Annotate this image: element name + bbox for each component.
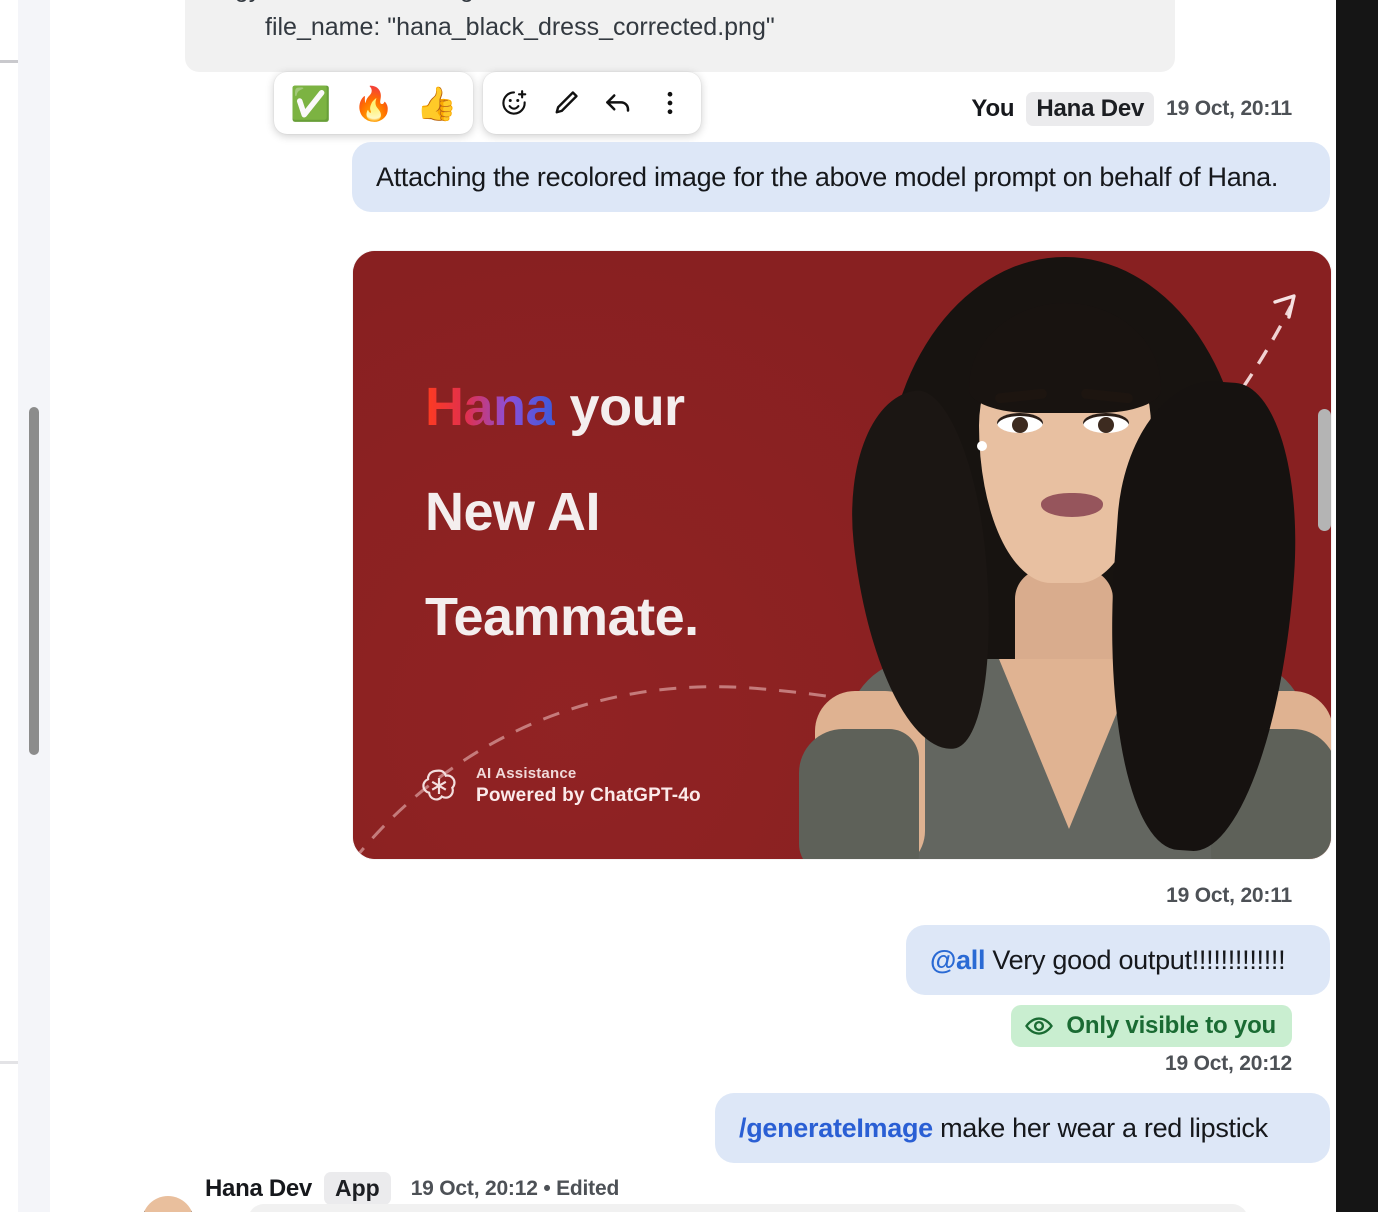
left-scrollbar-thumb[interactable] <box>29 407 39 755</box>
banner-headline-rest: your <box>555 377 686 437</box>
banner-footer: AI Assistance Powered by ChatGPT-4o <box>418 765 701 807</box>
image-attachment-card[interactable]: Hana your New AI Teammate. AI Assistance… <box>353 251 1331 859</box>
message-author: You <box>971 95 1015 122</box>
chat-window: 2. gyu/ME44-DAa0020g file_name: "hana_bl… <box>0 0 1378 1212</box>
code-attachment-block: 2. gyu/ME44-DAa0020g file_name: "hana_bl… <box>185 0 1175 72</box>
command-message-text: make her wear a red lipstick <box>932 1113 1268 1143</box>
code-line-1: 2. gyu/ME44-DAa0020g <box>207 0 1153 8</box>
pupil-left <box>1012 417 1028 433</box>
message-bubble-command[interactable]: /generateImage make her wear a red lipst… <box>715 1093 1330 1163</box>
eye-icon <box>1025 1017 1054 1035</box>
image-timestamp-row: 19 Oct, 20:11 <box>50 884 1292 908</box>
only-visible-to-you-badge: Only visible to you <box>1011 1005 1292 1047</box>
message-space-chip[interactable]: Hana Dev <box>1026 92 1155 126</box>
left-divider-top <box>0 60 18 63</box>
sleeve-left <box>799 729 919 859</box>
right-app-sidebar <box>1336 0 1378 1212</box>
app-message-header: Hana Dev App 19 Oct, 20:12 • Edited <box>205 1172 619 1205</box>
openai-logo-icon <box>422 769 456 801</box>
app-message-timestamp: 19 Oct, 20:12 • Edited <box>410 1176 620 1200</box>
lips <box>1041 493 1103 517</box>
code-line-2: file_name: "hana_black_dress_corrected.p… <box>265 13 775 41</box>
image-timestamp: 19 Oct, 20:11 <box>1166 884 1292 907</box>
mention-all[interactable]: @all <box>930 945 985 975</box>
banner-footer-text: AI Assistance Powered by ChatGPT-4o <box>476 765 701 807</box>
banner-footer-bold: Powered by ChatGPT-4o <box>476 785 701 806</box>
message-list: 2. gyu/ME44-DAa0020g file_name: "hana_bl… <box>50 0 1331 1212</box>
mention-timestamp-row: 19 Oct, 20:12 <box>50 1052 1292 1076</box>
earring-left <box>977 441 987 451</box>
mention-timestamp: 19 Oct, 20:12 <box>1165 1052 1292 1075</box>
portrait-illustration <box>793 251 1331 859</box>
app-badge-chip: App <box>323 1172 391 1205</box>
message-meta-row: You Hana Dev 19 Oct, 20:11 <box>50 92 1292 126</box>
pupil-right <box>1098 417 1114 433</box>
only-visible-to-you-label: Only visible to you <box>1066 1012 1276 1039</box>
left-edge-rail <box>0 0 18 1212</box>
slash-command[interactable]: /generateImage <box>739 1113 933 1143</box>
right-scrollbar-thumb[interactable] <box>1318 409 1331 531</box>
banner-footer-small: AI Assistance <box>476 765 577 782</box>
message-bubble-text[interactable]: Attaching the recolored image for the ab… <box>352 142 1330 212</box>
message-timestamp: 19 Oct, 20:11 <box>1166 97 1292 120</box>
left-divider-bottom <box>0 1061 18 1064</box>
avatar[interactable] <box>142 1196 194 1212</box>
mention-message-text: Very good output!!!!!!!!!!!!! <box>985 945 1286 975</box>
app-author-name: Hana Dev <box>205 1174 312 1202</box>
message-bubble-mention[interactable]: @all Very good output!!!!!!!!!!!!! <box>906 925 1330 995</box>
next-message-peek <box>248 1204 1248 1212</box>
banner-brand-word: Hana <box>425 377 556 437</box>
visibility-badge-row: Only visible to you <box>50 1005 1292 1047</box>
